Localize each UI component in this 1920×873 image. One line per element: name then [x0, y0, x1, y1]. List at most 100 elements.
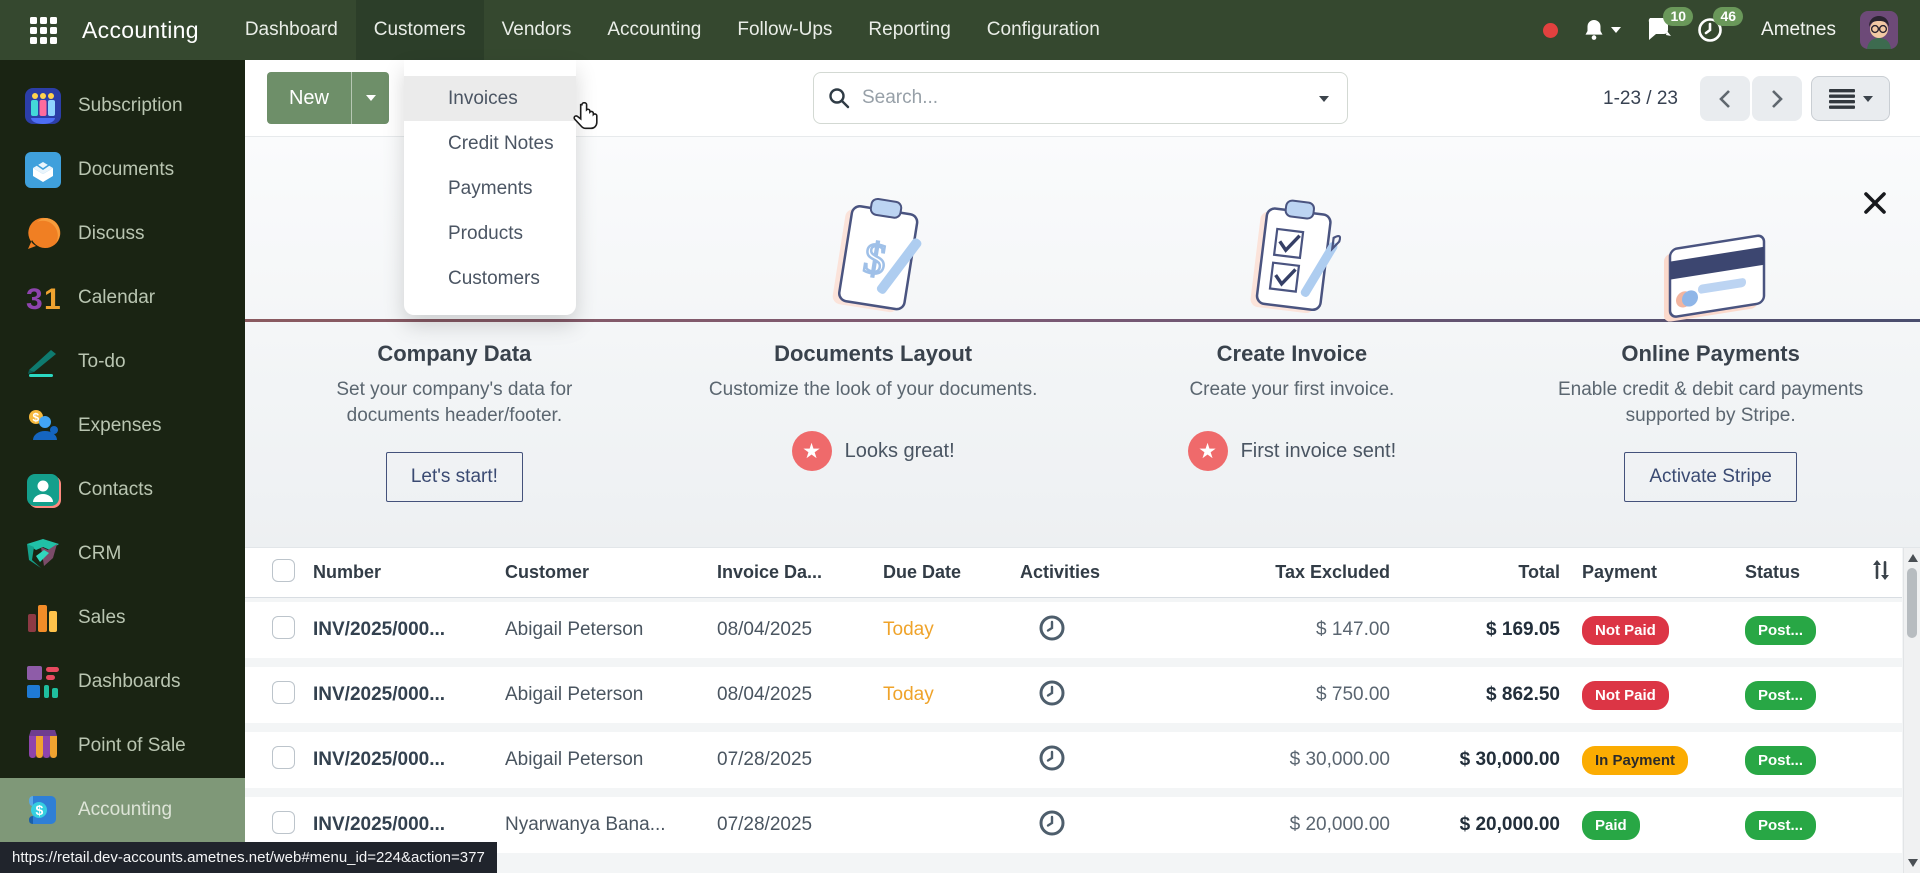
onboarding-step-online-payments: Online Payments Enable credit & debit ca… — [1501, 137, 1920, 547]
step-description: Customize the look of your documents. — [708, 377, 1038, 403]
recording-indicator-icon — [1543, 23, 1558, 38]
invoice-list: Number Customer Invoice Da... Due Date A… — [245, 548, 1920, 873]
nav-item-dashboard[interactable]: Dashboard — [227, 0, 356, 60]
sidebar-item-subscription[interactable]: Subscription — [0, 74, 245, 138]
messages-icon[interactable]: 10 — [1645, 17, 1673, 43]
view-switcher-button[interactable] — [1811, 76, 1890, 121]
invoice-row[interactable]: INV/2025/000... Abigail Peterson 08/04/2… — [245, 667, 1902, 723]
invoice-row[interactable]: INV/2025/000... Abigail Peterson 08/04/2… — [245, 602, 1902, 658]
table-header: Number Customer Invoice Da... Due Date A… — [245, 548, 1902, 598]
row-checkbox[interactable] — [272, 811, 295, 834]
menu-item-payments[interactable]: Payments — [404, 166, 576, 211]
scrollbar-thumb[interactable] — [1907, 568, 1917, 638]
chevron-left-icon — [1717, 88, 1733, 110]
activities-clock-icon[interactable]: 46 — [1697, 17, 1723, 43]
payment-status-badge: Not Paid — [1582, 616, 1669, 645]
nav-item-follow-ups[interactable]: Follow-Ups — [719, 0, 850, 60]
user-name[interactable]: Ametnes — [1761, 19, 1836, 41]
menu-item-credit-notes[interactable]: Credit Notes — [404, 121, 576, 166]
row-checkbox[interactable] — [272, 616, 295, 639]
status-badge: Post... — [1745, 681, 1816, 710]
apps-grid-icon[interactable] — [30, 17, 56, 43]
invoice-row[interactable]: INV/2025/000... Abigail Peterson 07/28/2… — [245, 732, 1902, 788]
user-avatar[interactable] — [1860, 11, 1898, 49]
scroll-down-arrow-icon[interactable] — [1908, 859, 1918, 867]
menu-item-customers[interactable]: Customers — [404, 256, 576, 301]
documents-icon — [24, 151, 62, 189]
column-settings-icon[interactable] — [1871, 559, 1891, 581]
contacts-icon — [24, 471, 62, 509]
bell-caret-icon — [1611, 27, 1621, 33]
pager: 1-23 / 23 — [1603, 76, 1890, 121]
lets-start-button[interactable]: Let's start! — [386, 452, 523, 502]
create-invoice-icon — [1083, 195, 1502, 331]
new-dropdown-toggle[interactable] — [351, 72, 389, 124]
activities-badge: 46 — [1713, 7, 1743, 26]
column-header-invoice-date[interactable]: Invoice Da... — [717, 562, 883, 583]
svg-text:1: 1 — [44, 283, 61, 316]
menu-item-products[interactable]: Products — [404, 211, 576, 256]
search-input[interactable] — [862, 87, 1315, 109]
sidebar-item-expenses[interactable]: $ Expenses — [0, 394, 245, 458]
status-badge: Post... — [1745, 616, 1816, 645]
sidebar-item-accounting[interactable]: $ Accounting — [0, 778, 245, 842]
step-title: Company Data — [245, 341, 664, 367]
sidebar-item-point-of-sale[interactable]: Point of Sale — [0, 714, 245, 778]
activity-clock-icon[interactable] — [1038, 809, 1066, 837]
pager-previous-button[interactable] — [1700, 76, 1750, 121]
column-header-total[interactable]: Total — [1390, 562, 1560, 583]
accounting-icon: $ — [24, 791, 62, 829]
onboarding-step-create-invoice: Create Invoice Create your first invoice… — [1083, 137, 1502, 547]
expenses-icon: $ — [24, 407, 62, 445]
nav-item-accounting[interactable]: Accounting — [589, 0, 719, 60]
column-header-customer[interactable]: Customer — [505, 562, 717, 583]
step-title: Create Invoice — [1083, 341, 1502, 367]
svg-text:3: 3 — [26, 283, 43, 316]
step-title: Documents Layout — [664, 341, 1083, 367]
column-header-number[interactable]: Number — [313, 562, 505, 583]
column-header-payment[interactable]: Payment — [1560, 562, 1710, 583]
caret-down-icon — [1863, 96, 1873, 102]
nav-item-vendors[interactable]: Vendors — [484, 0, 590, 60]
sidebar-item-todo[interactable]: To-do — [0, 330, 245, 394]
nav-item-customers[interactable]: Customers — [356, 0, 484, 60]
row-checkbox[interactable] — [272, 746, 295, 769]
sidebar-item-discuss[interactable]: Discuss — [0, 202, 245, 266]
column-header-activities[interactable]: Activities — [1020, 562, 1180, 583]
row-checkbox[interactable] — [272, 681, 295, 704]
caret-down-icon — [366, 95, 376, 101]
payment-status-badge: Paid — [1582, 811, 1640, 840]
statusbar-url: https://retail.dev-accounts.ametnes.net/… — [12, 849, 485, 866]
search-icon — [828, 87, 850, 109]
activate-stripe-button[interactable]: Activate Stripe — [1624, 452, 1797, 502]
sidebar-item-calendar[interactable]: 31 Calendar — [0, 266, 245, 330]
crm-icon — [24, 535, 62, 573]
search-bar[interactable] — [813, 72, 1348, 124]
column-header-tax-excluded[interactable]: Tax Excluded — [1180, 562, 1390, 583]
messages-badge: 10 — [1663, 7, 1693, 26]
top-navbar: Accounting Dashboard Customers Vendors A… — [0, 0, 1920, 60]
notifications-bell-icon[interactable] — [1582, 18, 1621, 42]
activity-clock-icon[interactable] — [1038, 679, 1066, 707]
scroll-up-arrow-icon[interactable] — [1908, 554, 1918, 562]
nav-item-reporting[interactable]: Reporting — [850, 0, 968, 60]
column-header-due-date[interactable]: Due Date — [883, 562, 1020, 583]
pager-next-button[interactable] — [1752, 76, 1802, 121]
activity-clock-icon[interactable] — [1038, 614, 1066, 642]
navbar-menu: Dashboard Customers Vendors Accounting F… — [227, 0, 1118, 60]
sidebar-item-documents[interactable]: Documents — [0, 138, 245, 202]
app-title[interactable]: Accounting — [82, 17, 199, 44]
activity-clock-icon[interactable] — [1038, 744, 1066, 772]
status-badge: Post... — [1745, 811, 1816, 840]
sidebar-item-contacts[interactable]: Contacts — [0, 458, 245, 522]
sidebar-item-sales[interactable]: Sales — [0, 586, 245, 650]
sidebar-item-crm[interactable]: CRM — [0, 522, 245, 586]
sidebar-item-dashboards[interactable]: Dashboards — [0, 650, 245, 714]
new-button[interactable]: New — [267, 72, 351, 124]
nav-item-configuration[interactable]: Configuration — [969, 0, 1118, 60]
select-all-checkbox[interactable] — [272, 559, 295, 582]
vertical-scrollbar[interactable] — [1903, 548, 1920, 873]
column-header-status[interactable]: Status — [1710, 562, 1860, 583]
menu-item-invoices[interactable]: Invoices — [404, 76, 576, 121]
search-options-toggle[interactable] — [1315, 83, 1333, 113]
